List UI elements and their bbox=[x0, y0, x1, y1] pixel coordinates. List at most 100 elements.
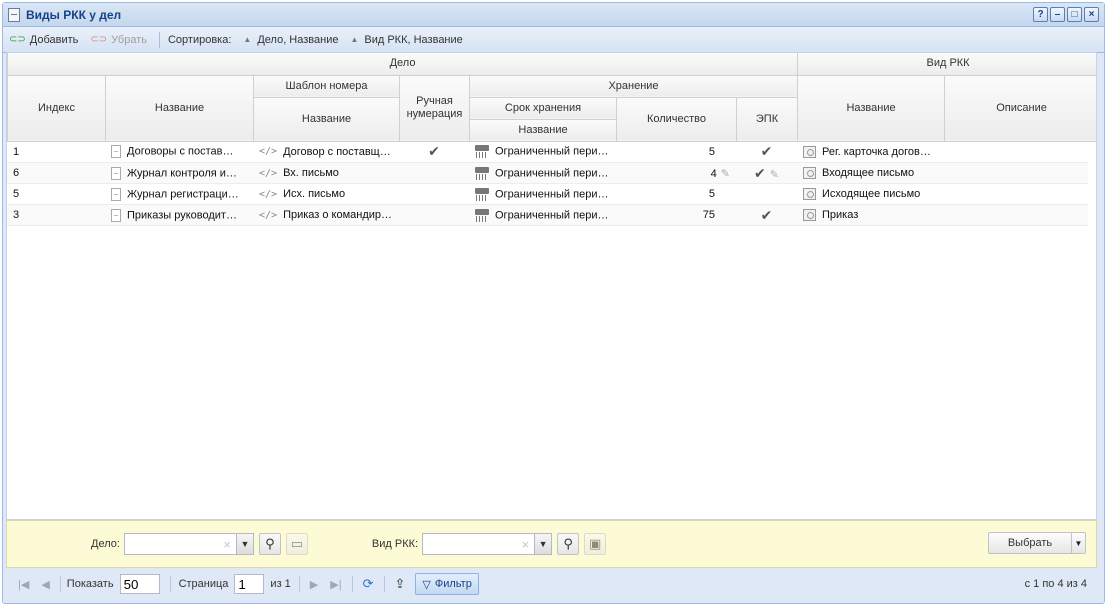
cell-manual-numbering bbox=[399, 162, 469, 184]
clear-icon[interactable]: × bbox=[223, 537, 231, 552]
cell-index: 1 bbox=[7, 141, 105, 163]
maximize-button[interactable]: □ bbox=[1067, 7, 1082, 22]
period-text: Ограниченный пери… bbox=[495, 145, 609, 158]
pencil-icon[interactable]: ✎ bbox=[770, 169, 779, 181]
remove-button[interactable]: ⊂⊃ Убрать bbox=[90, 34, 147, 46]
cell-quantity: 5 bbox=[616, 141, 736, 163]
header-quantity[interactable]: Количество bbox=[616, 97, 737, 142]
chevron-down-icon[interactable]: ▼ bbox=[534, 534, 552, 554]
header-delo-name[interactable]: Название bbox=[105, 75, 254, 142]
cell-epk bbox=[736, 183, 797, 205]
vid-rkk-search-button[interactable]: ⚲ bbox=[557, 533, 580, 555]
minimize-button[interactable]: – bbox=[1050, 7, 1065, 22]
chevron-down-icon[interactable]: ▼ bbox=[235, 534, 253, 554]
header-manual-numbering[interactable]: Ручная нумерация bbox=[399, 75, 470, 142]
code-icon: </> bbox=[259, 146, 278, 158]
card-icon bbox=[803, 209, 816, 222]
card-icon bbox=[803, 145, 816, 158]
add-button[interactable]: ⊂⊃ Добавить bbox=[9, 34, 78, 46]
header-vid-rkk[interactable]: Вид РКК bbox=[797, 53, 1096, 76]
checkmark-icon: ✔ bbox=[760, 143, 773, 160]
table-row[interactable]: 6 Журнал контроля и… </> Вх. письмо Ограниче… bbox=[7, 162, 1088, 184]
vid-rkk-open-button[interactable]: ▣ bbox=[584, 533, 607, 555]
document-icon bbox=[8, 7, 20, 22]
prev-page-icon[interactable]: ◀ bbox=[41, 578, 49, 591]
refresh-icon[interactable]: ⟳ bbox=[363, 576, 374, 592]
search-icon: ⚲ bbox=[265, 536, 275, 551]
title-bar[interactable]: Виды РКК у дел ? – □ × bbox=[3, 3, 1104, 27]
rkk-name-text: Исходящее письмо bbox=[822, 187, 921, 200]
header-rkk-name[interactable]: Название bbox=[797, 75, 946, 142]
cell-rkk-description bbox=[944, 204, 1088, 226]
cell-rkk-name: Приказ bbox=[797, 204, 944, 226]
quantity-text: 5 bbox=[708, 145, 715, 158]
page-size-input[interactable] bbox=[119, 574, 160, 594]
header-index[interactable]: Индекс bbox=[7, 75, 106, 142]
sort-item-vid-rkk[interactable]: ▲ Вид РКК, Название bbox=[350, 34, 462, 46]
sort-asc-icon: ▲ bbox=[243, 35, 252, 44]
code-icon: </> bbox=[259, 209, 278, 221]
cell-manual-numbering bbox=[399, 204, 469, 226]
cell-rkk-name: Рег. карточка догов… bbox=[797, 141, 944, 163]
header-period-name[interactable]: Название bbox=[469, 119, 617, 142]
document-icon bbox=[111, 187, 121, 201]
delo-filter-combo[interactable]: × ▼ bbox=[123, 533, 254, 555]
cell-delo-name: Договоры с постав… bbox=[105, 141, 253, 163]
checkmark-icon: ✔ bbox=[754, 164, 766, 181]
filter-toggle-button[interactable]: ▽ Фильтр bbox=[415, 573, 479, 595]
header-template-name[interactable]: Название bbox=[253, 97, 400, 142]
cell-storage-period: Ограниченный пери… bbox=[469, 141, 616, 163]
clear-icon[interactable]: × bbox=[522, 537, 530, 552]
table-row[interactable]: 5 Журнал регистраци… </> Исх. письмо Огранич… bbox=[7, 183, 1088, 205]
export-icon[interactable]: ⇪ bbox=[395, 576, 406, 592]
code-icon: </> bbox=[259, 188, 278, 200]
next-page-icon[interactable]: ▶ bbox=[310, 578, 318, 591]
sort-item-delo[interactable]: ▲ Дело, Название bbox=[243, 34, 338, 46]
table-row[interactable]: 3 Приказы руководит… </> Приказ о командиро… bbox=[7, 204, 1088, 226]
cell-storage-period: Ограниченный пери… bbox=[469, 204, 616, 226]
window-title: Виды РКК у дел bbox=[26, 7, 122, 22]
rkk-name-text: Приказ bbox=[822, 208, 859, 221]
delo-search-button[interactable]: ⚲ bbox=[258, 533, 281, 555]
header-storage-period[interactable]: Срок хранения bbox=[469, 97, 617, 120]
cell-storage-period: Ограниченный пери… bbox=[469, 162, 616, 184]
vid-rkk-filter-combo[interactable]: × ▼ bbox=[422, 533, 553, 555]
last-page-icon[interactable]: ▶| bbox=[330, 578, 341, 591]
maximize-icon: □ bbox=[1071, 8, 1078, 20]
cell-manual-numbering bbox=[399, 183, 469, 205]
select-button-label: Выбрать bbox=[1007, 537, 1053, 549]
first-page-icon[interactable]: |◀ bbox=[18, 578, 29, 591]
chevron-down-icon[interactable]: ▼ bbox=[1071, 533, 1085, 553]
shredder-icon bbox=[475, 145, 489, 159]
page-number-input[interactable] bbox=[234, 574, 265, 594]
link-remove-icon: ⊂⊃ bbox=[90, 34, 108, 45]
help-button[interactable]: ? bbox=[1033, 7, 1048, 22]
header-delo[interactable]: Дело bbox=[7, 53, 799, 76]
close-icon: × bbox=[1088, 8, 1095, 20]
checkmark-icon: ✔ bbox=[428, 143, 440, 160]
quantity-text: 5 bbox=[708, 188, 715, 200]
header-number-template[interactable]: Шаблон номера bbox=[253, 75, 400, 98]
add-button-label: Добавить bbox=[29, 33, 79, 46]
cell-index: 3 bbox=[7, 204, 105, 226]
delo-name-text: Журнал контроля и… bbox=[127, 166, 237, 179]
cell-delo-name: Журнал контроля и… bbox=[105, 162, 253, 184]
select-button[interactable]: Выбрать ▼ bbox=[988, 532, 1086, 554]
pencil-icon[interactable]: ✎ bbox=[721, 168, 730, 180]
paging-summary: с 1 по 4 из 4 bbox=[1024, 578, 1087, 590]
header-epk[interactable]: ЭПК bbox=[735, 97, 799, 142]
header-storage[interactable]: Хранение bbox=[468, 75, 799, 98]
cell-epk: ✔ bbox=[736, 141, 797, 163]
header-rkk-description[interactable]: Описание bbox=[944, 75, 1096, 142]
table-row[interactable]: 1 Договоры с постав… </> Договор с поставщи… bbox=[7, 141, 1088, 163]
delo-open-button[interactable]: ▭ bbox=[285, 533, 308, 555]
cell-rkk-name: Входящее письмо bbox=[797, 162, 944, 184]
close-button[interactable]: × bbox=[1084, 7, 1099, 22]
shredder-icon bbox=[475, 208, 489, 222]
cell-delo-name: Журнал регистраци… bbox=[105, 183, 253, 205]
cell-template: </> Вх. письмо bbox=[253, 162, 399, 184]
sort-item-label: Дело, Название bbox=[257, 33, 339, 46]
cell-rkk-description bbox=[944, 183, 1088, 205]
pager-separator bbox=[298, 576, 300, 592]
grid-body: 1 Договоры с постав… </> Договор с поставщи… bbox=[7, 141, 1088, 226]
